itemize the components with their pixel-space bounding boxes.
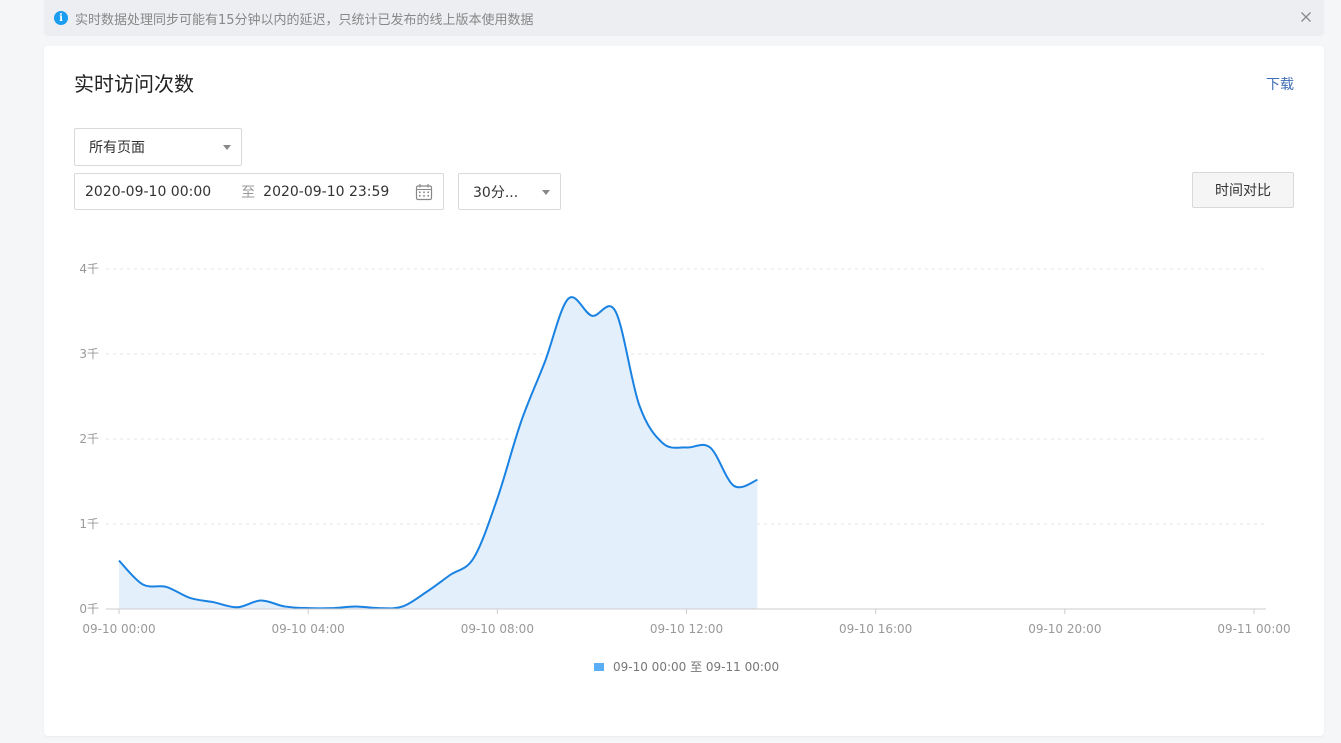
date-end-input[interactable]: 2020-09-10 23:59 (263, 184, 389, 200)
x-tick-label: 09-10 00:00 (82, 622, 155, 636)
close-icon[interactable] (1298, 9, 1314, 25)
y-tick-label: 0千 (79, 602, 99, 616)
x-tick-label: 09-10 04:00 (272, 622, 345, 636)
card-title: 实时访问次数 (74, 72, 194, 96)
chart-card: 0千 1千 2千 3千 4千 09-10 00:00 09-10 04:00 09-10 08… (44, 46, 1324, 736)
x-tick-label: 09-10 20:00 (1028, 622, 1101, 636)
page-select-value: 所有页面 (89, 140, 145, 156)
date-start-input[interactable]: 2020-09-10 00:00 (85, 184, 211, 200)
interval-select-value: 30分... (473, 184, 519, 201)
legend-swatch (594, 662, 604, 671)
interval-select[interactable]: 30分... (458, 173, 561, 210)
chevron-down-icon (223, 145, 231, 150)
chevron-down-icon (542, 189, 550, 195)
date-range-picker[interactable]: 2020-09-10 00:00 至 2020-09-10 23:59 (74, 173, 444, 210)
legend-label: 09-10 00:00 至 09-11 00:00 (613, 660, 780, 674)
info-icon: i (54, 11, 68, 25)
page-select[interactable]: 所有页面 (74, 128, 242, 166)
calendar-icon[interactable] (415, 183, 433, 201)
x-tick-label: 09-10 12:00 (650, 622, 723, 636)
x-tick-label: 09-10 08:00 (461, 622, 534, 636)
series-area (119, 297, 758, 609)
time-compare-button[interactable]: 时间对比 (1192, 172, 1294, 208)
notice-text: 实时数据处理同步可能有15分钟以内的延迟，只统计已发布的线上版本使用数据 (75, 12, 534, 28)
y-tick-label: 4千 (79, 262, 99, 276)
date-separator: 至 (241, 184, 256, 201)
chart-legend[interactable]: 09-10 00:00 至 09-11 00:00 (594, 658, 779, 675)
x-tick-label: 09-11 00:00 (1217, 622, 1290, 636)
download-link[interactable]: 下载 (1266, 74, 1294, 94)
y-tick-label: 3千 (79, 347, 99, 361)
y-tick-label: 1千 (79, 517, 99, 531)
x-tick-label: 09-10 16:00 (839, 622, 912, 636)
notice-bar: i 实时数据处理同步可能有15分钟以内的延迟，只统计已发布的线上版本使用数据 (44, 0, 1324, 36)
y-tick-label: 2千 (79, 432, 99, 446)
